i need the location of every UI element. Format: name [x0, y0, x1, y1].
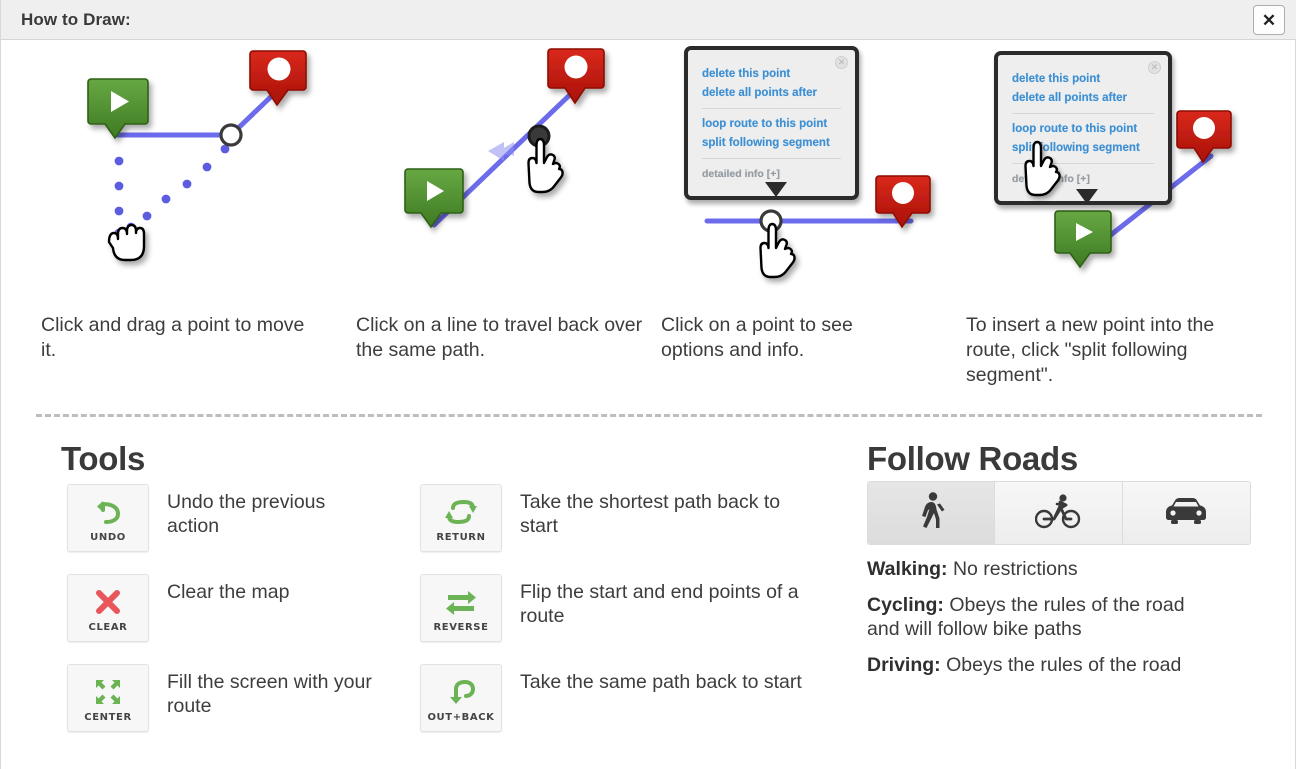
- popup-item-delete-this-point[interactable]: delete this point: [702, 65, 841, 84]
- popup-item-split-following-segment[interactable]: split following segment: [702, 134, 841, 153]
- follow-roads-cycling-desc: Cycling: Obeys the rules of the road and…: [867, 593, 1197, 641]
- cycling-icon: [1035, 492, 1081, 535]
- point-options-popup[interactable]: ✕ delete this point delete all points af…: [684, 46, 859, 200]
- pointing-hand-cursor-icon: [527, 137, 564, 194]
- tool-row-return: RETURN Take the shortest path back to st…: [420, 484, 840, 552]
- end-marker-icon: [249, 50, 307, 107]
- tool-row-reverse: REVERSE Flip the start and end points of…: [420, 574, 850, 642]
- out-and-back-arrow-icon: [445, 674, 477, 710]
- popup-separator: [702, 158, 841, 159]
- section-divider: [36, 414, 1262, 417]
- reverse-button[interactable]: REVERSE: [420, 574, 502, 642]
- out-and-back-button[interactable]: OUT+BACK: [420, 664, 502, 732]
- step-2-figure: [356, 41, 656, 291]
- undo-button[interactable]: UNDO: [67, 484, 149, 552]
- tools-section: Tools UNDO Undo the previous action CLEA…: [61, 440, 861, 732]
- follow-roads-driving-desc: Driving: Obeys the rules of the road: [867, 653, 1197, 677]
- clear-button[interactable]: CLEAR: [67, 574, 149, 642]
- return-button-label: RETURN: [436, 531, 486, 543]
- illustration-strip: Click and drag a point to move it. Click…: [1, 41, 1296, 401]
- out-and-back-description: Take the same path back to start: [520, 671, 802, 693]
- cycling-term: Cycling:: [867, 594, 944, 616]
- walking-text: No restrictions: [947, 558, 1078, 580]
- start-marker-icon: [87, 78, 149, 140]
- step-caption: Click and drag a point to move it.: [41, 314, 305, 361]
- step-panel-drag-point: Click and drag a point to move it.: [41, 41, 341, 401]
- travel-mode-walking[interactable]: [868, 482, 996, 544]
- back-arrow-icon: [488, 142, 514, 161]
- drag-point-illustration: [87, 50, 307, 262]
- reverse-button-label: REVERSE: [433, 621, 489, 633]
- dialog-title: How to Draw:: [21, 10, 131, 29]
- loop-arrows-icon: [444, 494, 478, 530]
- step-caption: Click on a point to see options and info…: [661, 314, 853, 361]
- driving-term: Driving:: [867, 654, 941, 676]
- tool-row-center: CENTER Fill the screen with your route: [67, 664, 447, 732]
- tools-section-title: Tools: [61, 440, 146, 477]
- close-button[interactable]: ✕: [1253, 5, 1285, 35]
- follow-roads-section: Follow Roads Walking: No restrictions Cy…: [867, 440, 1267, 677]
- clear-description: Clear the map: [167, 581, 290, 603]
- grab-hand-cursor-icon: [107, 223, 146, 262]
- start-marker-icon: [1054, 210, 1112, 269]
- end-marker-icon: [1176, 110, 1232, 164]
- center-button-label: CENTER: [84, 711, 132, 723]
- start-marker-icon: [404, 168, 464, 229]
- tool-row-out-and-back: OUT+BACK Take the same path back to star…: [420, 664, 840, 732]
- pointing-hand-cursor-icon: [1024, 140, 1061, 197]
- popup-separator: [702, 108, 841, 109]
- waypoint-circle-icon: [219, 123, 243, 147]
- center-button[interactable]: CENTER: [67, 664, 149, 732]
- travel-mode-group: [867, 481, 1251, 545]
- travel-mode-cycling[interactable]: [995, 482, 1123, 544]
- how-to-draw-dialog: How to Draw: ✕ Click and drag a point to…: [0, 0, 1296, 769]
- car-icon: [1162, 496, 1210, 531]
- walking-term: Walking:: [867, 558, 948, 580]
- walking-icon: [914, 491, 948, 536]
- step-panel-click-point: ✕ delete this point delete all points af…: [661, 41, 961, 401]
- swap-arrows-icon: [444, 584, 478, 620]
- step-caption: Click on a line to travel back over the …: [356, 314, 643, 361]
- tool-row-undo: UNDO Undo the previous action: [67, 484, 437, 552]
- center-description: Fill the screen with your route: [167, 671, 372, 717]
- x-cross-icon: [93, 584, 123, 620]
- travel-mode-driving[interactable]: [1122, 482, 1250, 544]
- tool-row-clear: CLEAR Clear the map: [67, 574, 437, 642]
- popup-item-loop-route-to-this-point[interactable]: loop route to this point: [702, 115, 841, 134]
- popup-item-delete-all-points-after[interactable]: delete all points after: [1012, 89, 1154, 108]
- click-line-illustration: [404, 48, 605, 229]
- undo-button-label: UNDO: [90, 531, 126, 543]
- reverse-description: Flip the start and end points of a route: [520, 581, 799, 627]
- driving-text: Obeys the rules of the road: [940, 654, 1182, 676]
- center-arrows-icon: [93, 674, 123, 710]
- return-button[interactable]: RETURN: [420, 484, 502, 552]
- dialog-titlebar: How to Draw: ✕: [1, 0, 1296, 40]
- follow-roads-walking-desc: Walking: No restrictions: [867, 557, 1267, 581]
- popup-close-icon[interactable]: ✕: [835, 56, 848, 69]
- popup-tail: [765, 182, 787, 197]
- follow-roads-title: Follow Roads: [867, 440, 1078, 477]
- close-icon: ✕: [1261, 10, 1277, 30]
- popup-item-delete-this-point[interactable]: delete this point: [1012, 70, 1154, 89]
- step-panel-split-segment: ✕ delete this point delete all points af…: [966, 41, 1266, 401]
- pointing-hand-cursor-icon: [759, 222, 796, 279]
- out-and-back-button-label: OUT+BACK: [427, 711, 495, 723]
- popup-item-delete-all-points-after[interactable]: delete all points after: [702, 84, 841, 103]
- return-description: Take the shortest path back to start: [520, 491, 781, 537]
- undo-description: Undo the previous action: [167, 491, 326, 537]
- popup-close-icon[interactable]: ✕: [1148, 61, 1161, 74]
- step-1-figure: [41, 41, 341, 291]
- step-panel-click-line: Click on a line to travel back over the …: [356, 41, 656, 401]
- clear-button-label: CLEAR: [88, 621, 128, 633]
- end-marker-icon: [547, 48, 605, 105]
- undo-arrow-icon: [93, 494, 123, 530]
- step-caption: To insert a new point into the route, cl…: [966, 314, 1215, 386]
- popup-separator: [1012, 113, 1154, 114]
